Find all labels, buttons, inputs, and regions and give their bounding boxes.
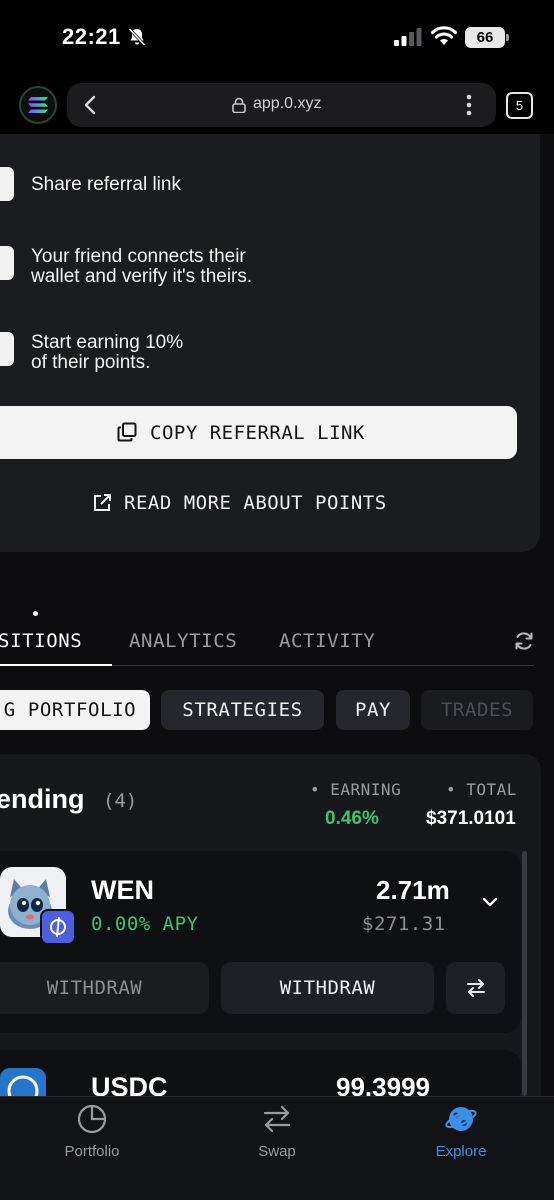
- battery-icon: 66: [465, 27, 509, 48]
- bottom-nav: Portfolio Swap Explore: [0, 1096, 554, 1200]
- step-badge: [0, 246, 14, 280]
- chevron-down-icon[interactable]: [481, 893, 499, 911]
- status-bar: 22:21 66: [0, 0, 554, 76]
- token-amount: 2.71m: [376, 875, 450, 905]
- read-more-points-link[interactable]: READ MORE ABOUT POINTS: [92, 490, 387, 516]
- step-text-line2: of their points.: [31, 352, 151, 373]
- browser-bar: app.0.xyz 5: [0, 78, 554, 134]
- refresh-icon[interactable]: [513, 630, 535, 652]
- step-text: Share referral link: [31, 174, 181, 195]
- url-text: app.0.xyz: [253, 95, 322, 112]
- pill-trades[interactable]: TRADES: [421, 690, 533, 730]
- usdc-token-icon: [0, 1068, 46, 1096]
- scrollbar[interactable]: [522, 851, 527, 1096]
- back-icon[interactable]: [81, 94, 101, 116]
- copy-referral-link-label: COPY REFERRAL LINK: [150, 422, 365, 444]
- referral-card: Share referral link Your friend connects…: [0, 134, 540, 552]
- read-more-label: READ MORE ABOUT POINTS: [124, 492, 387, 514]
- copy-icon: [117, 422, 137, 442]
- asset-card-usdc: USDC 99.3999: [0, 1050, 521, 1096]
- section-count: (4): [103, 790, 138, 812]
- external-link-icon: [94, 494, 111, 511]
- tab-count-button[interactable]: 5: [506, 92, 533, 119]
- more-icon[interactable]: [464, 93, 474, 117]
- nav-swap[interactable]: Swap: [217, 1097, 337, 1177]
- planet-icon: [445, 1107, 477, 1131]
- copy-referral-link-button[interactable]: COPY REFERRAL LINK: [0, 406, 517, 459]
- status-time: 22:21: [62, 24, 121, 49]
- pill-pay[interactable]: PAY: [336, 690, 410, 730]
- filter-pills: G PORTFOLIO STRATEGIES PAY TRADES: [0, 690, 554, 730]
- swap-position-button[interactable]: [446, 962, 505, 1014]
- bell-slash-icon: [128, 27, 146, 47]
- withdraw-button-disabled[interactable]: WITHDRAW: [0, 962, 209, 1014]
- token-symbol: USDC: [91, 1072, 168, 1096]
- step-text-line1: Your friend connects their: [31, 246, 246, 267]
- nav-portfolio-label: Portfolio: [64, 1143, 120, 1160]
- wifi-icon: [430, 26, 458, 45]
- nav-portfolio[interactable]: Portfolio: [32, 1097, 152, 1177]
- carousel-dot: [33, 611, 38, 616]
- earning-value: 0.46%: [325, 808, 379, 829]
- nav-swap-label: Swap: [258, 1143, 296, 1160]
- asset-card-wen: WEN 0.00% APY 2.71m $271.31 WITHDRAW WIT…: [0, 851, 542, 1033]
- withdraw-button[interactable]: WITHDRAW: [221, 962, 434, 1014]
- total-label: • TOTAL: [446, 780, 517, 799]
- pill-portfolio[interactable]: G PORTFOLIO: [0, 690, 150, 730]
- tab-positions[interactable]: OSITIONS: [0, 630, 82, 652]
- token-apy: 0.00% APY: [91, 913, 199, 935]
- address-bar[interactable]: app.0.xyz: [67, 83, 496, 127]
- total-value: $371.0101: [426, 808, 516, 829]
- tab-active-indicator: [0, 664, 112, 666]
- token-usd-value: $271.31: [362, 913, 446, 935]
- earning-label: • EARNING: [310, 780, 402, 799]
- nav-explore-label: Explore: [435, 1143, 487, 1160]
- pill-strategies[interactable]: STRATEGIES: [161, 690, 324, 730]
- arrows-swap-icon: [467, 979, 485, 997]
- page-content: Share referral link Your friend connects…: [0, 134, 554, 1096]
- tab-activity[interactable]: ACTIVITY: [279, 630, 375, 652]
- swap-icon: [263, 1105, 291, 1133]
- nav-explore[interactable]: Explore: [401, 1097, 521, 1177]
- tab-analytics[interactable]: ANALYTICS: [129, 630, 237, 652]
- token-symbol: WEN: [91, 875, 154, 905]
- step-text-line2: wallet and verify it's theirs.: [31, 266, 253, 287]
- token-amount: 99.3999: [336, 1072, 430, 1096]
- step-text-line1: Start earning 10%: [31, 332, 184, 353]
- pie-chart-icon: [77, 1104, 107, 1134]
- signal-icon: [394, 28, 422, 46]
- chain-badge-icon: [40, 909, 76, 945]
- step-badge: [0, 167, 14, 201]
- section-title: ending: [0, 784, 85, 814]
- lock-icon: [232, 97, 246, 113]
- step-badge: [0, 332, 14, 366]
- positions-tabs: OSITIONS ANALYTICS ACTIVITY: [0, 630, 554, 666]
- site-logo-icon[interactable]: [19, 86, 57, 124]
